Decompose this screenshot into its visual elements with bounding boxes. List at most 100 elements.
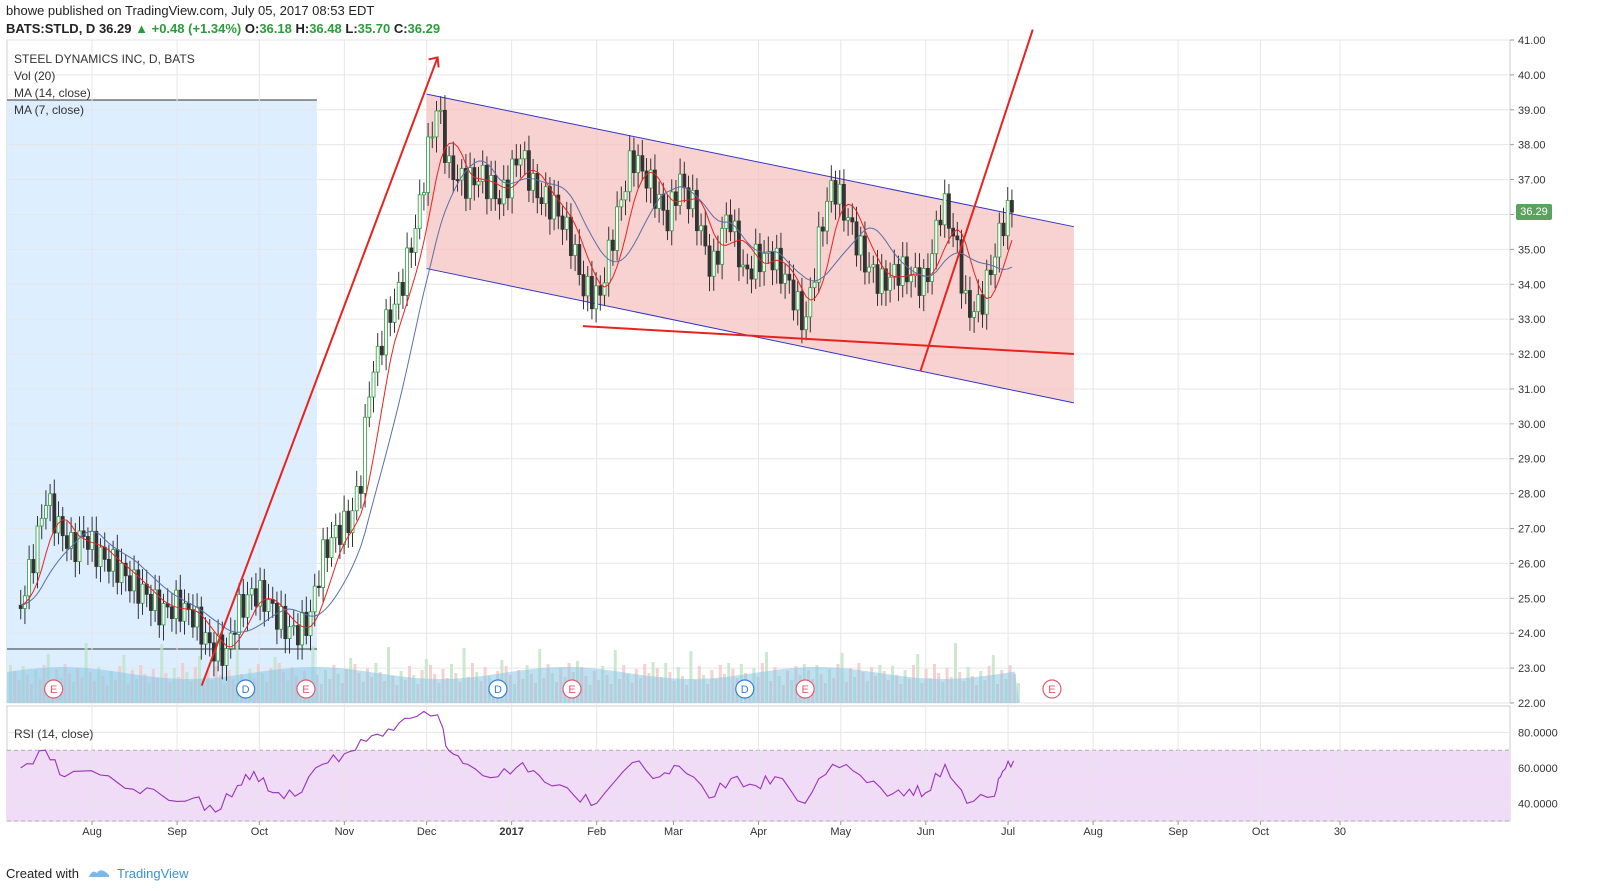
candle-body [102,546,107,560]
candle-body [107,558,111,572]
candle-body [699,225,704,232]
candle-body [892,264,897,278]
time-tick-label: Aug [82,826,102,838]
candle-body [569,216,573,256]
candle-body [745,264,750,270]
candle-body [972,311,977,318]
price-tick-label: 24.00 [1518,628,1546,640]
candle-body [573,244,578,256]
time-tick-label: Sep [1168,826,1188,838]
candle-body [577,244,582,275]
candle-body [602,282,607,296]
candle-body [485,164,489,200]
candle-body [846,217,851,221]
candle-body [518,158,523,166]
candle-body [98,546,103,567]
candle-body [401,281,405,296]
candle-body [783,273,788,284]
candle-body [627,150,632,193]
candle-body [896,264,901,286]
price-tick-label: 38.00 [1518,140,1546,152]
candle-body [552,194,557,220]
earnings-marker-label: E [50,684,57,696]
candle-body [661,193,666,211]
candle-body [405,247,410,296]
time-tick-label: 2017 [499,826,523,838]
price-tick-label: 26.00 [1518,558,1546,570]
earnings-marker-label: E [302,684,309,696]
candle-body [237,593,242,635]
legend-volume[interactable]: Vol (20) [14,69,55,83]
candle-body [417,194,422,229]
candle-body [850,217,855,223]
time-tick-label: Jul [1001,826,1015,838]
candle-body [522,150,527,160]
candle-body [989,269,993,276]
candle-body [233,632,237,635]
candle-body [90,530,95,550]
candle-body [984,269,989,315]
dividend-marker-label: D [494,684,502,696]
candle-body [291,625,296,628]
candle-body [665,209,670,232]
price-tick-label: 25.00 [1518,593,1546,605]
candle-body [585,276,590,297]
candle-body [451,155,456,181]
price-tick-label: 32.00 [1518,349,1546,361]
candle-body [409,247,414,253]
candle-body [304,611,309,636]
candle-body [800,291,804,331]
legend-ma7[interactable]: MA (7, close) [14,103,84,117]
candle-body [863,235,867,273]
legend-title[interactable]: STEEL DYNAMICS INC, D, BATS [14,52,195,66]
price-chart[interactable]: 41.0040.0039.0038.0037.0036.0035.0034.00… [0,0,1597,891]
candle-body [245,594,250,618]
candle-body [791,279,796,311]
time-tick-label: Mar [664,826,683,838]
candle-body [48,493,53,506]
candle-body [119,562,124,583]
last-price-badge: 36.29 [1516,204,1552,220]
time-tick-label: Dec [417,826,437,838]
candle-body [623,191,628,201]
candle-body [489,175,494,200]
candle-body [396,281,401,305]
candle-body [795,291,800,311]
candle-body [207,632,212,644]
price-tick-label: 40.00 [1518,70,1546,82]
candle-body [548,186,552,220]
candle-body [581,274,586,297]
time-tick-label: May [830,826,851,838]
candle-body [354,486,359,512]
candle-body [632,150,636,174]
candle-body [497,198,502,205]
candle-body [266,599,271,612]
candle-body [682,173,687,189]
candle-body [531,173,536,191]
candle-body [174,589,179,619]
time-tick-label: Sep [167,826,187,838]
candle-body [170,606,174,619]
candle-body [279,605,284,630]
candle-body [367,396,372,418]
candle-body [342,510,347,545]
candle-body [422,192,426,196]
candle-body [115,549,120,583]
candle-body [716,250,720,265]
candle-body [968,290,972,318]
candle-body [476,181,481,186]
candle-body [363,416,368,494]
candle-body [31,559,36,574]
candle-body [241,593,246,618]
legend-ma14[interactable]: MA (14, close) [14,86,91,100]
candle-body [333,524,338,539]
candle-body [128,575,132,592]
price-tick-label: 29.00 [1518,454,1546,466]
candle-body [191,609,195,628]
tradingview-link[interactable]: TradingView [117,866,189,881]
legend-rsi[interactable]: RSI (14, close) [14,727,93,741]
candle-body [338,524,342,545]
dividend-marker-label: D [741,684,749,696]
price-tick-label: 30.00 [1518,419,1546,431]
price-tick-label: 37.00 [1518,175,1546,187]
